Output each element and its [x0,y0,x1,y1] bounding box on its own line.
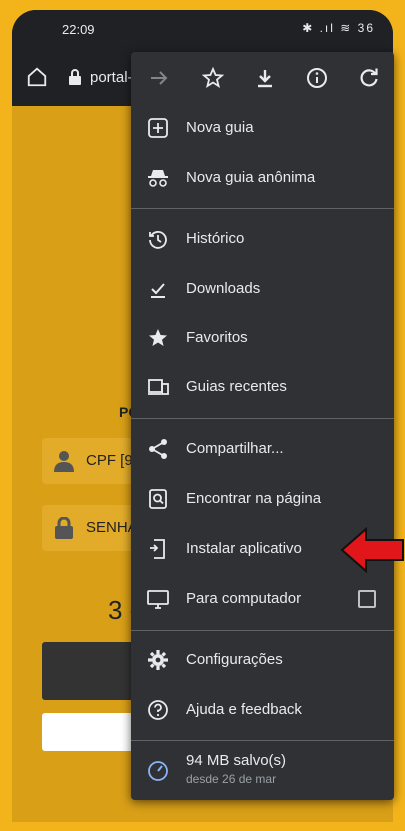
senha-placeholder: SENHA [86,519,138,536]
share-icon [149,439,167,459]
status-time: 22:09 [62,22,95,37]
menu-divider [131,630,394,631]
data-saved-amount: 94 MB salvo(s) [186,752,287,769]
menu-toolbar [131,52,394,104]
menu-divider [131,208,394,209]
downloads-icon [151,283,165,298]
menu-item-label: Downloads [186,280,261,297]
menu-item-data-saver[interactable]: 94 MB salvo(s) desde 26 de mar [131,744,394,798]
recent-tabs-icon [148,379,169,395]
overflow-menu: Nova guia Nova guia anônima Histórico Do… [131,52,394,800]
menu-divider [131,740,394,741]
install-app-icon [150,539,165,559]
menu-item-label: Instalar aplicativo [186,540,302,557]
url-text[interactable]: portal- [90,69,133,86]
menu-item-label: Favoritos [186,329,248,346]
find-in-page-icon [149,489,167,509]
incognito-icon [148,170,168,187]
home-icon[interactable] [26,66,48,88]
bookmarks-star-icon [149,329,167,346]
menu-divider [131,418,394,419]
menu-item-label: Compartilhar... [186,440,284,457]
info-icon[interactable] [305,66,329,90]
status-bar: 22:09 ✱ .ıl ≋ 36 [12,10,393,50]
lock-icon [69,69,81,85]
settings-gear-icon [148,650,168,670]
menu-item-compartilhar[interactable]: Compartilhar... [131,425,394,473]
refresh-icon[interactable] [357,66,381,90]
data-saver-gauge-icon [148,761,168,781]
menu-item-label: Guias recentes [186,378,287,395]
menu-item-nova-guia-anonima[interactable]: Nova guia anônima [131,154,394,202]
menu-item-label: Encontrar na página [186,490,322,507]
padlock-icon [55,517,73,539]
star-icon[interactable] [201,66,225,90]
desktop-site-checkbox[interactable] [358,590,376,608]
user-icon [54,451,74,472]
new-tab-icon [148,118,168,138]
menu-item-nova-guia[interactable]: Nova guia [131,104,394,152]
menu-item-ajuda-e-feedback[interactable]: Ajuda e feedback [131,686,394,734]
menu-item-label: Nova guia [186,119,254,136]
menu-item-label: Histórico [186,230,245,247]
menu-item-favoritos[interactable]: Favoritos [131,314,394,362]
menu-item-label: Nova guia anônima [186,169,316,186]
red-arrow-annotation-icon [340,526,404,574]
menu-item-configuracoes[interactable]: Configurações [131,636,394,684]
cpf-placeholder: CPF [9 [86,452,133,469]
status-icons: ✱ .ıl ≋ 36 [302,21,375,35]
download-icon[interactable] [253,66,277,90]
menu-item-para-computador[interactable]: Para computador [131,575,394,623]
desktop-icon [147,590,169,609]
menu-item-historico[interactable]: Histórico [131,215,394,263]
forward-icon[interactable] [147,66,171,90]
menu-item-label: Configurações [186,651,283,668]
menu-item-label: Para computador [186,590,302,607]
menu-item-guias-recentes[interactable]: Guias recentes [131,363,394,411]
help-icon [148,700,168,720]
history-icon [149,231,167,249]
menu-item-downloads[interactable]: Downloads [131,265,394,313]
data-saved-since: desde 26 de mar [186,772,277,786]
menu-item-encontrar-na-pagina[interactable]: Encontrar na página [131,475,394,523]
menu-item-label: Ajuda e feedback [186,701,302,718]
